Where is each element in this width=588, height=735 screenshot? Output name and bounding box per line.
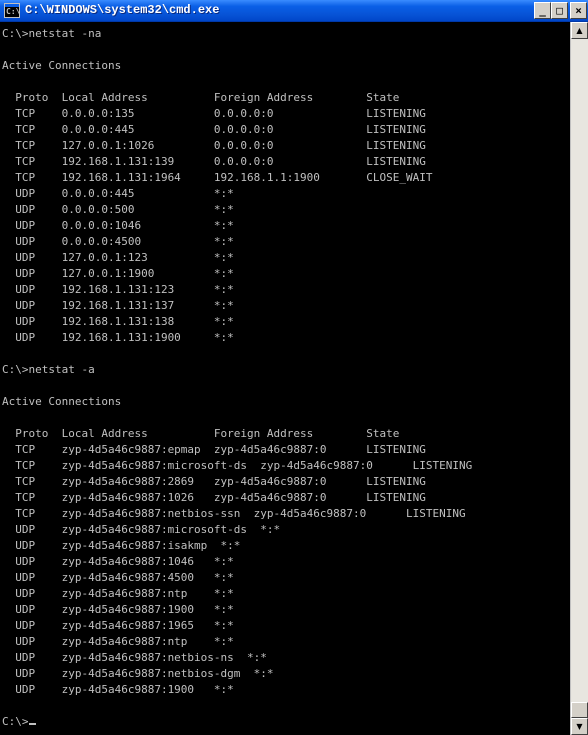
console-line: TCP 192.168.1.131:1964 192.168.1.1:1900 … (2, 171, 433, 184)
console-line: UDP zyp-4d5a46c9887:netbios-dgm *:* (2, 667, 274, 680)
console-line: TCP 127.0.0.1:1026 0.0.0.0:0 LISTENING (2, 139, 426, 152)
console-line: UDP zyp-4d5a46c9887:microsoft-ds *:* (2, 523, 281, 536)
console-line: UDP zyp-4d5a46c9887:ntp *:* (2, 587, 234, 600)
console-line: UDP zyp-4d5a46c9887:1965 *:* (2, 619, 234, 632)
console-line: UDP 192.168.1.131:138 *:* (2, 315, 234, 328)
window-title: C:\WINDOWS\system32\cmd.exe (25, 3, 220, 17)
console-line: TCP zyp-4d5a46c9887:1026 zyp-4d5a46c9887… (2, 491, 426, 504)
console-line: UDP 127.0.0.1:123 *:* (2, 251, 234, 264)
console-line: Proto Local Address Foreign Address Stat… (2, 427, 400, 440)
console-line: UDP 192.168.1.131:137 *:* (2, 299, 234, 312)
text-cursor (28, 723, 36, 725)
close-button[interactable]: × (570, 2, 587, 19)
console-line: TCP zyp-4d5a46c9887:epmap zyp-4d5a46c988… (2, 443, 426, 456)
console-line: TCP zyp-4d5a46c9887:microsoft-ds zyp-4d5… (2, 459, 473, 472)
console-line: UDP 0.0.0.0:500 *:* (2, 203, 234, 216)
console-icon[interactable]: C:\ (4, 3, 20, 18)
console-line: TCP 0.0.0.0:445 0.0.0.0:0 LISTENING (2, 123, 426, 136)
console-line: Proto Local Address Foreign Address Stat… (2, 91, 400, 104)
console-line: UDP 0.0.0.0:1046 *:* (2, 219, 234, 232)
cmd-window: C:\ C:\WINDOWS\system32\cmd.exe _ □ × C:… (0, 0, 588, 735)
console-line: Active Connections (2, 59, 122, 72)
console-line: TCP zyp-4d5a46c9887:netbios-ssn zyp-4d5a… (2, 507, 466, 520)
console-line: TCP 0.0.0.0:135 0.0.0.0:0 LISTENING (2, 107, 426, 120)
console-line: C:\>netstat -a (2, 363, 95, 376)
console-line: TCP 192.168.1.131:139 0.0.0.0:0 LISTENIN… (2, 155, 426, 168)
maximize-button[interactable]: □ (551, 2, 568, 19)
console-line: UDP 0.0.0.0:445 *:* (2, 187, 234, 200)
console-line: UDP zyp-4d5a46c9887:1046 *:* (2, 555, 234, 568)
console-line: UDP 0.0.0.0:4500 *:* (2, 235, 234, 248)
console-line: UDP zyp-4d5a46c9887:netbios-ns *:* (2, 651, 267, 664)
console-line: UDP zyp-4d5a46c9887:1900 *:* (2, 603, 234, 616)
console-line: UDP zyp-4d5a46c9887:ntp *:* (2, 635, 234, 648)
scroll-down-button[interactable]: ▼ (571, 718, 588, 735)
console-line: UDP zyp-4d5a46c9887:1900 *:* (2, 683, 234, 696)
title-bar[interactable]: C:\ C:\WINDOWS\system32\cmd.exe _ □ × (0, 0, 588, 22)
console-line: Active Connections (2, 395, 122, 408)
minimize-button[interactable]: _ (534, 2, 551, 19)
scroll-up-button[interactable]: ▲ (571, 22, 588, 39)
scroll-thumb[interactable] (571, 702, 588, 718)
console-line: UDP 127.0.0.1:1900 *:* (2, 267, 234, 280)
console-line: UDP 192.168.1.131:123 *:* (2, 283, 234, 296)
vertical-scrollbar[interactable]: ▲ ▼ (570, 22, 588, 735)
console-line: UDP 192.168.1.131:1900 *:* (2, 331, 234, 344)
console-line: UDP zyp-4d5a46c9887:4500 *:* (2, 571, 234, 584)
console-line: UDP zyp-4d5a46c9887:isakmp *:* (2, 539, 241, 552)
console-text: C:\>netstat -na Active Connections Proto… (0, 22, 570, 730)
console-line: C:\>netstat -na (2, 27, 102, 40)
console-line: TCP zyp-4d5a46c9887:2869 zyp-4d5a46c9887… (2, 475, 426, 488)
console-output[interactable]: C:\>netstat -na Active Connections Proto… (0, 22, 570, 735)
prompt-line: C:\> (2, 715, 29, 728)
